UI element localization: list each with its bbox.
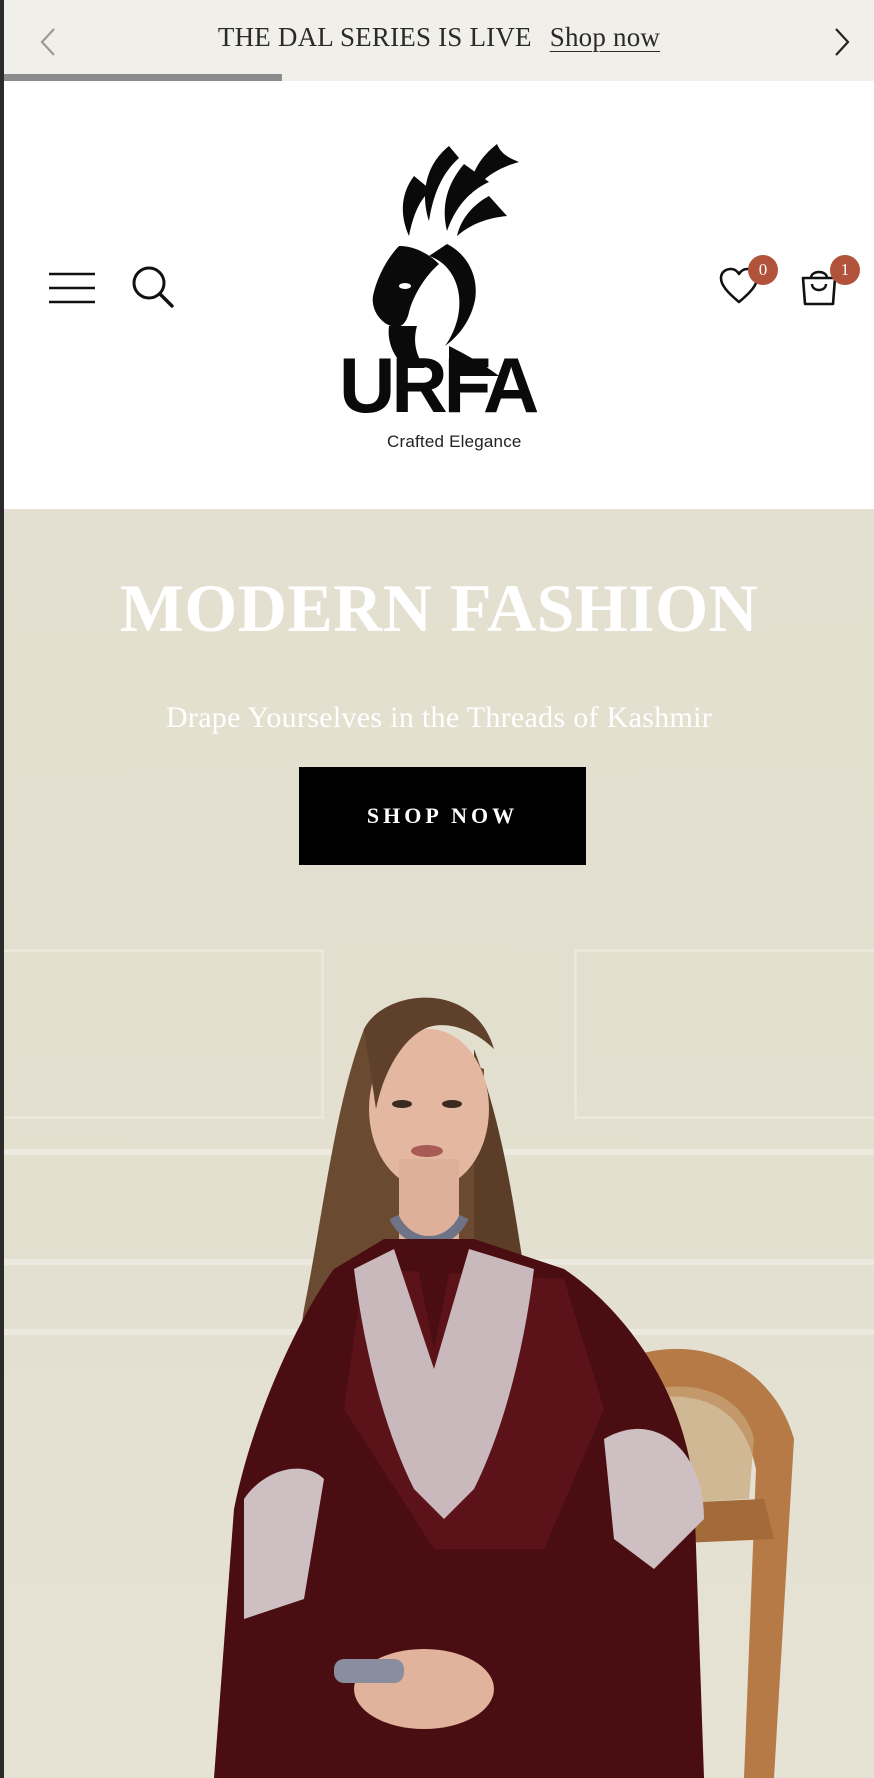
search-button[interactable] [128, 262, 178, 312]
announcement-message: THE DAL SERIES IS LIVE Shop now [4, 22, 874, 53]
chevron-right-icon [835, 28, 850, 56]
page: THE DAL SERIES IS LIVE Shop now URFA Cra… [4, 0, 874, 1778]
brand-wordmark: URFA [339, 341, 539, 429]
announcement-shop-link[interactable]: Shop now [550, 22, 660, 52]
hero-model-image [214, 997, 794, 1778]
site-header: URFA Crafted Elegance 0 1 [4, 81, 874, 509]
cart-button[interactable]: 1 [794, 255, 860, 311]
menu-button[interactable] [48, 264, 96, 312]
announcement-text: THE DAL SERIES IS LIVE [217, 22, 532, 52]
hero-shop-now-button[interactable]: SHOP NOW [299, 767, 586, 865]
wishlist-count-badge: 0 [748, 255, 778, 285]
wishlist-button[interactable]: 0 [714, 255, 778, 311]
announcement-next-button[interactable] [822, 22, 862, 62]
hero-banner: MODERN FASHION Drape Yourselves in the T… [4, 509, 874, 1778]
brand-tagline: Crafted Elegance [387, 432, 522, 451]
brand-logo[interactable]: URFA Crafted Elegance [329, 136, 559, 456]
announcement-progress-fill [4, 74, 283, 81]
hero-subtitle: Drape Yourselves in the Threads of Kashm… [165, 701, 713, 734]
search-icon [132, 266, 174, 308]
markhor-emblem [372, 144, 519, 376]
cart-count-badge: 1 [830, 255, 860, 285]
hero-title: MODERN FASHION [119, 570, 759, 646]
announcement-progress [4, 74, 874, 81]
hamburger-menu-icon [49, 272, 95, 304]
announcement-bar: THE DAL SERIES IS LIVE Shop now [4, 0, 874, 81]
